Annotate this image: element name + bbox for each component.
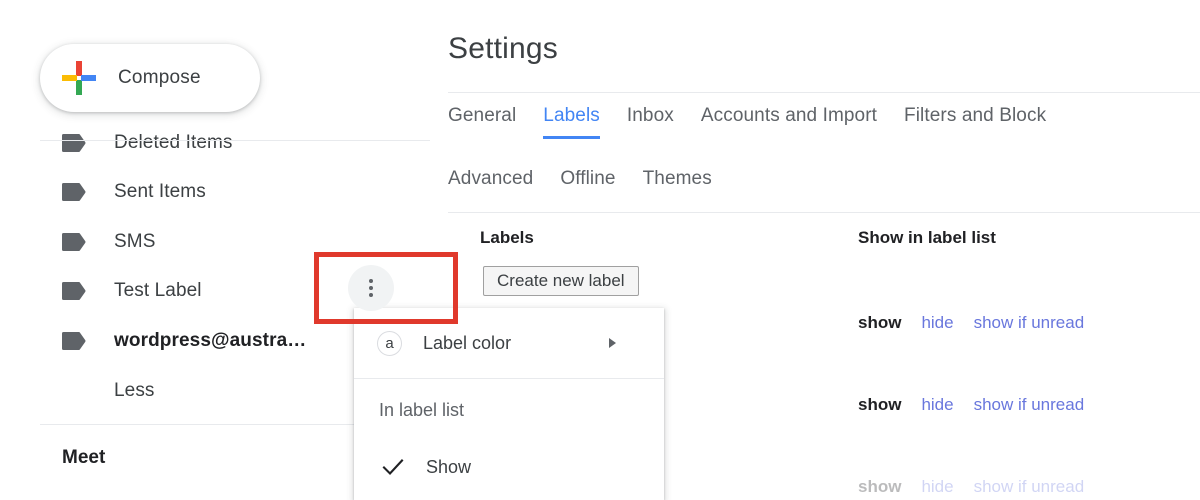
sidebar-divider-top	[40, 140, 430, 141]
sidebar-item-sent-items[interactable]: Sent Items	[40, 171, 380, 213]
visibility-option-hide[interactable]: hide	[921, 313, 953, 333]
visibility-option-show: show	[858, 313, 901, 333]
sidebar-item-label: Sent Items	[114, 181, 206, 203]
sidebar-item-label: wordpress@austra…	[114, 330, 306, 352]
check-icon	[382, 456, 404, 478]
page-title: Settings	[448, 32, 558, 66]
label-tag-icon	[62, 129, 90, 157]
three-dots-vertical-icon[interactable]	[348, 265, 394, 311]
visibility-option-show: show	[858, 395, 901, 415]
sidebar-item-less[interactable]: Less	[40, 370, 380, 412]
visibility-option-show-if-unread[interactable]: show if unread	[974, 395, 1085, 415]
label-color-swatch-icon: a	[377, 331, 402, 356]
sidebar-item-sms[interactable]: SMS	[40, 221, 380, 263]
menu-item-show[interactable]: Show	[354, 444, 664, 490]
content-divider	[448, 212, 1200, 213]
visibility-option-show: show	[858, 477, 901, 497]
label-visibility-row: show hide show if unread	[858, 395, 1104, 415]
settings-tabs-row-primary: General Labels Inbox Accounts and Import…	[448, 105, 1073, 139]
labels-column-heading: Labels	[480, 228, 534, 248]
tab-labels[interactable]: Labels	[543, 105, 600, 139]
sidebar-item-deleted-items[interactable]: Deleted Items	[40, 122, 380, 164]
label-overflow-menu: a Label color In label list Show	[354, 308, 664, 500]
create-new-label-button[interactable]: Create new label	[483, 266, 639, 296]
sidebar-item-wordpress[interactable]: wordpress@austra…	[40, 320, 380, 362]
visibility-option-hide[interactable]: hide	[921, 395, 953, 415]
compose-button-label: Compose	[118, 67, 201, 89]
label-tag-icon	[62, 277, 90, 305]
sidebar-item-label: Less	[114, 380, 155, 402]
label-tag-icon	[62, 228, 90, 256]
label-visibility-row: show hide show if unread	[858, 477, 1104, 497]
label-visibility-row: show hide show if unread	[858, 313, 1104, 333]
tab-advanced[interactable]: Advanced	[448, 168, 533, 202]
sidebar-item-label: Test Label	[114, 280, 202, 302]
tabs-divider-top	[448, 92, 1200, 93]
label-tag-icon	[62, 178, 90, 206]
sidebar-item-test-label[interactable]: Test Label	[40, 270, 380, 312]
menu-section-heading: In label list	[379, 400, 464, 421]
compose-button[interactable]: Compose	[40, 44, 260, 112]
tab-offline[interactable]: Offline	[560, 168, 615, 202]
tab-accounts-and-import[interactable]: Accounts and Import	[701, 105, 877, 139]
tab-themes[interactable]: Themes	[643, 168, 712, 202]
settings-tabs-row-secondary: Advanced Offline Themes	[448, 168, 739, 202]
dot	[369, 279, 373, 283]
visibility-option-show-if-unread[interactable]: show if unread	[974, 313, 1085, 333]
visibility-option-hide[interactable]: hide	[921, 477, 953, 497]
menu-divider	[354, 378, 664, 379]
tab-inbox[interactable]: Inbox	[627, 105, 674, 139]
tab-filters-and-blocked[interactable]: Filters and Block	[904, 105, 1046, 139]
menu-item-label: Label color	[423, 333, 511, 354]
google-plus-icon	[62, 61, 96, 95]
dot	[369, 286, 373, 290]
meet-section-heading: Meet	[62, 447, 105, 469]
sidebar-item-label: Deleted Items	[114, 132, 233, 154]
tab-general[interactable]: General	[448, 105, 516, 139]
sidebar-item-label: SMS	[114, 231, 155, 253]
caret-right-icon	[609, 338, 616, 348]
label-tag-icon	[62, 327, 90, 355]
visibility-option-show-if-unread[interactable]: show if unread	[974, 477, 1085, 497]
menu-item-label-color[interactable]: a Label color	[354, 320, 664, 366]
show-in-label-list-column-heading: Show in label list	[858, 228, 996, 248]
dot	[369, 293, 373, 297]
menu-item-label: Show	[426, 457, 471, 478]
